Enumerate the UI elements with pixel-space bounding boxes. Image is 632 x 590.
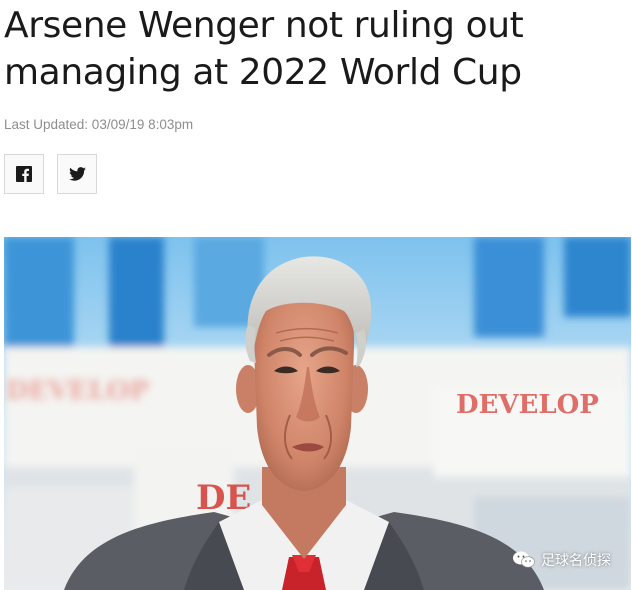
wenger-photo: DEVELOP DEVELOP DE (4, 237, 631, 590)
stand-text-left: DEVELOP (6, 376, 149, 406)
wechat-icon (513, 551, 535, 568)
twitter-share-button[interactable] (57, 154, 97, 194)
article-photo: DEVELOP DEVELOP DE 足球名侦探 (4, 237, 631, 590)
headline-line-1: Arsene Wenger not ruling out (4, 5, 524, 46)
facebook-icon (16, 166, 32, 182)
stand-text-right: DEVELOP (456, 390, 599, 420)
last-updated: Last Updated: 03/09/19 8:03pm (4, 117, 194, 132)
headline-line-2: managing at 2022 World Cup (4, 52, 522, 93)
facebook-share-button[interactable] (4, 154, 44, 194)
watermark: 足球名侦探 (513, 550, 611, 570)
twitter-icon (68, 167, 86, 181)
article-headline: Arsene Wenger not ruling out managing at… (4, 2, 624, 96)
watermark-text: 足球名侦探 (541, 553, 611, 569)
